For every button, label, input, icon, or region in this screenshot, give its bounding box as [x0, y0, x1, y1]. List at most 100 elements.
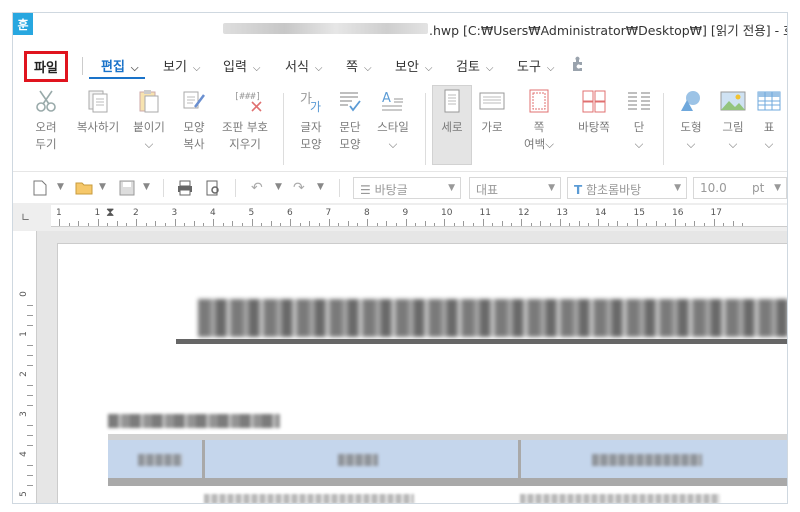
save-icon[interactable]: [119, 180, 135, 196]
menu-view[interactable]: 보기 ⌵: [163, 56, 201, 75]
redo-icon[interactable]: ↷: [293, 180, 305, 196]
print-icon[interactable]: [177, 180, 193, 196]
menu-security[interactable]: 보안 ⌵: [395, 56, 433, 75]
ruler-tick: [684, 223, 686, 226]
horizontal-ruler[interactable]: ⧗ 1 1 2 3 4 5 6 7 8 9 10 11 12 13 14 15 16 17: [51, 205, 787, 227]
vertical-ruler[interactable]: 0 1 2 3 4 5: [13, 231, 37, 503]
style-select[interactable]: ☰ 바탕글 ▼: [353, 177, 461, 199]
format-painter-button[interactable]: 모양 복사: [172, 87, 216, 153]
copy-label: 복사하기: [76, 120, 120, 134]
copy-button[interactable]: 복사하기: [73, 87, 123, 136]
portrait-button[interactable]: 세로: [430, 87, 474, 136]
vruler-tick: [27, 405, 33, 406]
ruler-tick: [521, 219, 522, 226]
char-shape-button[interactable]: 가가 글자 모양: [289, 87, 333, 153]
chevron-down-icon: ⌵: [130, 63, 139, 74]
menu-review[interactable]: 검토 ⌵: [456, 56, 494, 75]
ruler-tick: [164, 223, 166, 226]
ruler-number: 12: [518, 208, 530, 218]
ruler-tick: [540, 221, 542, 226]
clear-codes-button[interactable]: [###] 조판 부호 지우기: [217, 87, 273, 153]
margin-icon: [526, 89, 552, 113]
vruler-tick: [27, 305, 33, 306]
ribbon: 오려 두기 복사하기 붙이기 ⌵ 모양 복사 [###] 조판 부호 지우기 가…: [13, 83, 787, 175]
ruler-tick: [270, 221, 272, 226]
paste-button[interactable]: 붙이기 ⌵: [127, 87, 171, 153]
chevron-down-icon[interactable]: ▼: [275, 182, 282, 192]
indent-marker-icon[interactable]: ⧗: [106, 205, 114, 220]
columns-label: 단 ⌵: [633, 120, 645, 151]
table-header-cell-redacted: [592, 454, 702, 466]
picture-button[interactable]: 그림 ⌵: [711, 87, 755, 153]
ruler-tick: [338, 223, 340, 226]
language-select[interactable]: 대표 ▼: [469, 177, 561, 199]
shape-button[interactable]: 도형 ⌵: [669, 87, 713, 153]
columns-button[interactable]: 단 ⌵: [617, 87, 661, 153]
menu-insert-label: 입력: [223, 60, 247, 75]
shape-label: 도형 ⌵: [680, 120, 702, 151]
ruler-tick: [434, 223, 436, 226]
ruler-tick: [569, 223, 571, 226]
table-icon: [756, 89, 782, 113]
title-underline: [176, 339, 787, 344]
chevron-down-icon[interactable]: ▼: [317, 182, 324, 192]
vruler-number: 4: [18, 451, 29, 457]
ruler-tick: [607, 223, 609, 226]
chevron-down-icon: ▼: [674, 183, 681, 193]
puzzle-icon[interactable]: [570, 56, 586, 72]
menu-tools[interactable]: 도구 ⌵: [517, 56, 555, 75]
ruler-tick: [386, 221, 388, 226]
vruler-number: 0: [18, 291, 29, 297]
ribbon-divider: [283, 93, 284, 165]
chevron-down-icon: ⌵: [252, 63, 261, 74]
ruler-tick: [472, 223, 474, 226]
undo-icon[interactable]: ↶: [251, 180, 263, 196]
ruler-tick: [261, 223, 263, 226]
new-document-icon[interactable]: [33, 180, 47, 196]
ruler-tick: [376, 223, 378, 226]
ruler-number: 11: [479, 208, 491, 218]
menu-page[interactable]: 쪽 ⌵: [346, 56, 372, 75]
chevron-down-icon[interactable]: ▼: [143, 182, 150, 192]
clear-codes-label: 조판 부호 지우기: [222, 120, 268, 151]
chevron-down-icon[interactable]: ▼: [57, 182, 64, 192]
menu-edit[interactable]: 편집 ⌵: [101, 56, 139, 75]
page-margin-label: 쪽 여백⌵: [524, 120, 554, 151]
menu-format[interactable]: 서식 ⌵: [285, 56, 323, 75]
chevron-down-icon: ⌵: [485, 63, 494, 74]
para-shape-button[interactable]: 문단 모양: [328, 87, 372, 153]
font-size-select[interactable]: 10.0 pt ▼: [693, 177, 787, 199]
open-folder-icon[interactable]: [75, 180, 93, 196]
menu-file[interactable]: 파일: [24, 51, 68, 82]
vruler-tick: [27, 395, 33, 396]
tab-type-icon[interactable]: ∟: [21, 211, 30, 224]
ruler-tick: [444, 219, 445, 226]
master-page-button[interactable]: 바탕쪽: [569, 87, 619, 136]
picture-label: 그림 ⌵: [722, 120, 744, 151]
vruler-tick: [27, 475, 33, 476]
ruler-tick: [299, 223, 301, 226]
document-page[interactable]: [57, 243, 787, 503]
chevron-down-icon[interactable]: ▼: [99, 182, 106, 192]
landscape-button[interactable]: 가로: [470, 87, 514, 136]
ruler-tick: [328, 219, 330, 226]
ruler-tick: [636, 219, 638, 226]
menu-tools-label: 도구: [517, 60, 541, 75]
style-select-value: 바탕글: [374, 183, 408, 197]
ruler-number: 1: [94, 208, 101, 218]
style-button[interactable]: A 스타일 ⌵: [371, 87, 415, 153]
title-filename-redacted: [223, 23, 428, 34]
table-column-divider: [518, 440, 521, 478]
page-margin-button[interactable]: 쪽 여백⌵: [516, 87, 562, 153]
ruler-number: 4: [210, 208, 216, 218]
ruler-tick: [126, 223, 128, 226]
font-select[interactable]: T 함초롬바탕 ▼: [567, 177, 687, 199]
menu-insert[interactable]: 입력 ⌵: [223, 56, 261, 75]
vruler-number: 2: [18, 371, 29, 377]
ruler-tick: [492, 223, 494, 226]
style-list-icon: ☰: [360, 183, 371, 197]
ruler-number: 1: [56, 208, 62, 218]
table-button[interactable]: 표 ⌵: [751, 87, 787, 153]
cut-button[interactable]: 오려 두기: [24, 87, 68, 153]
print-preview-icon[interactable]: [205, 180, 221, 196]
